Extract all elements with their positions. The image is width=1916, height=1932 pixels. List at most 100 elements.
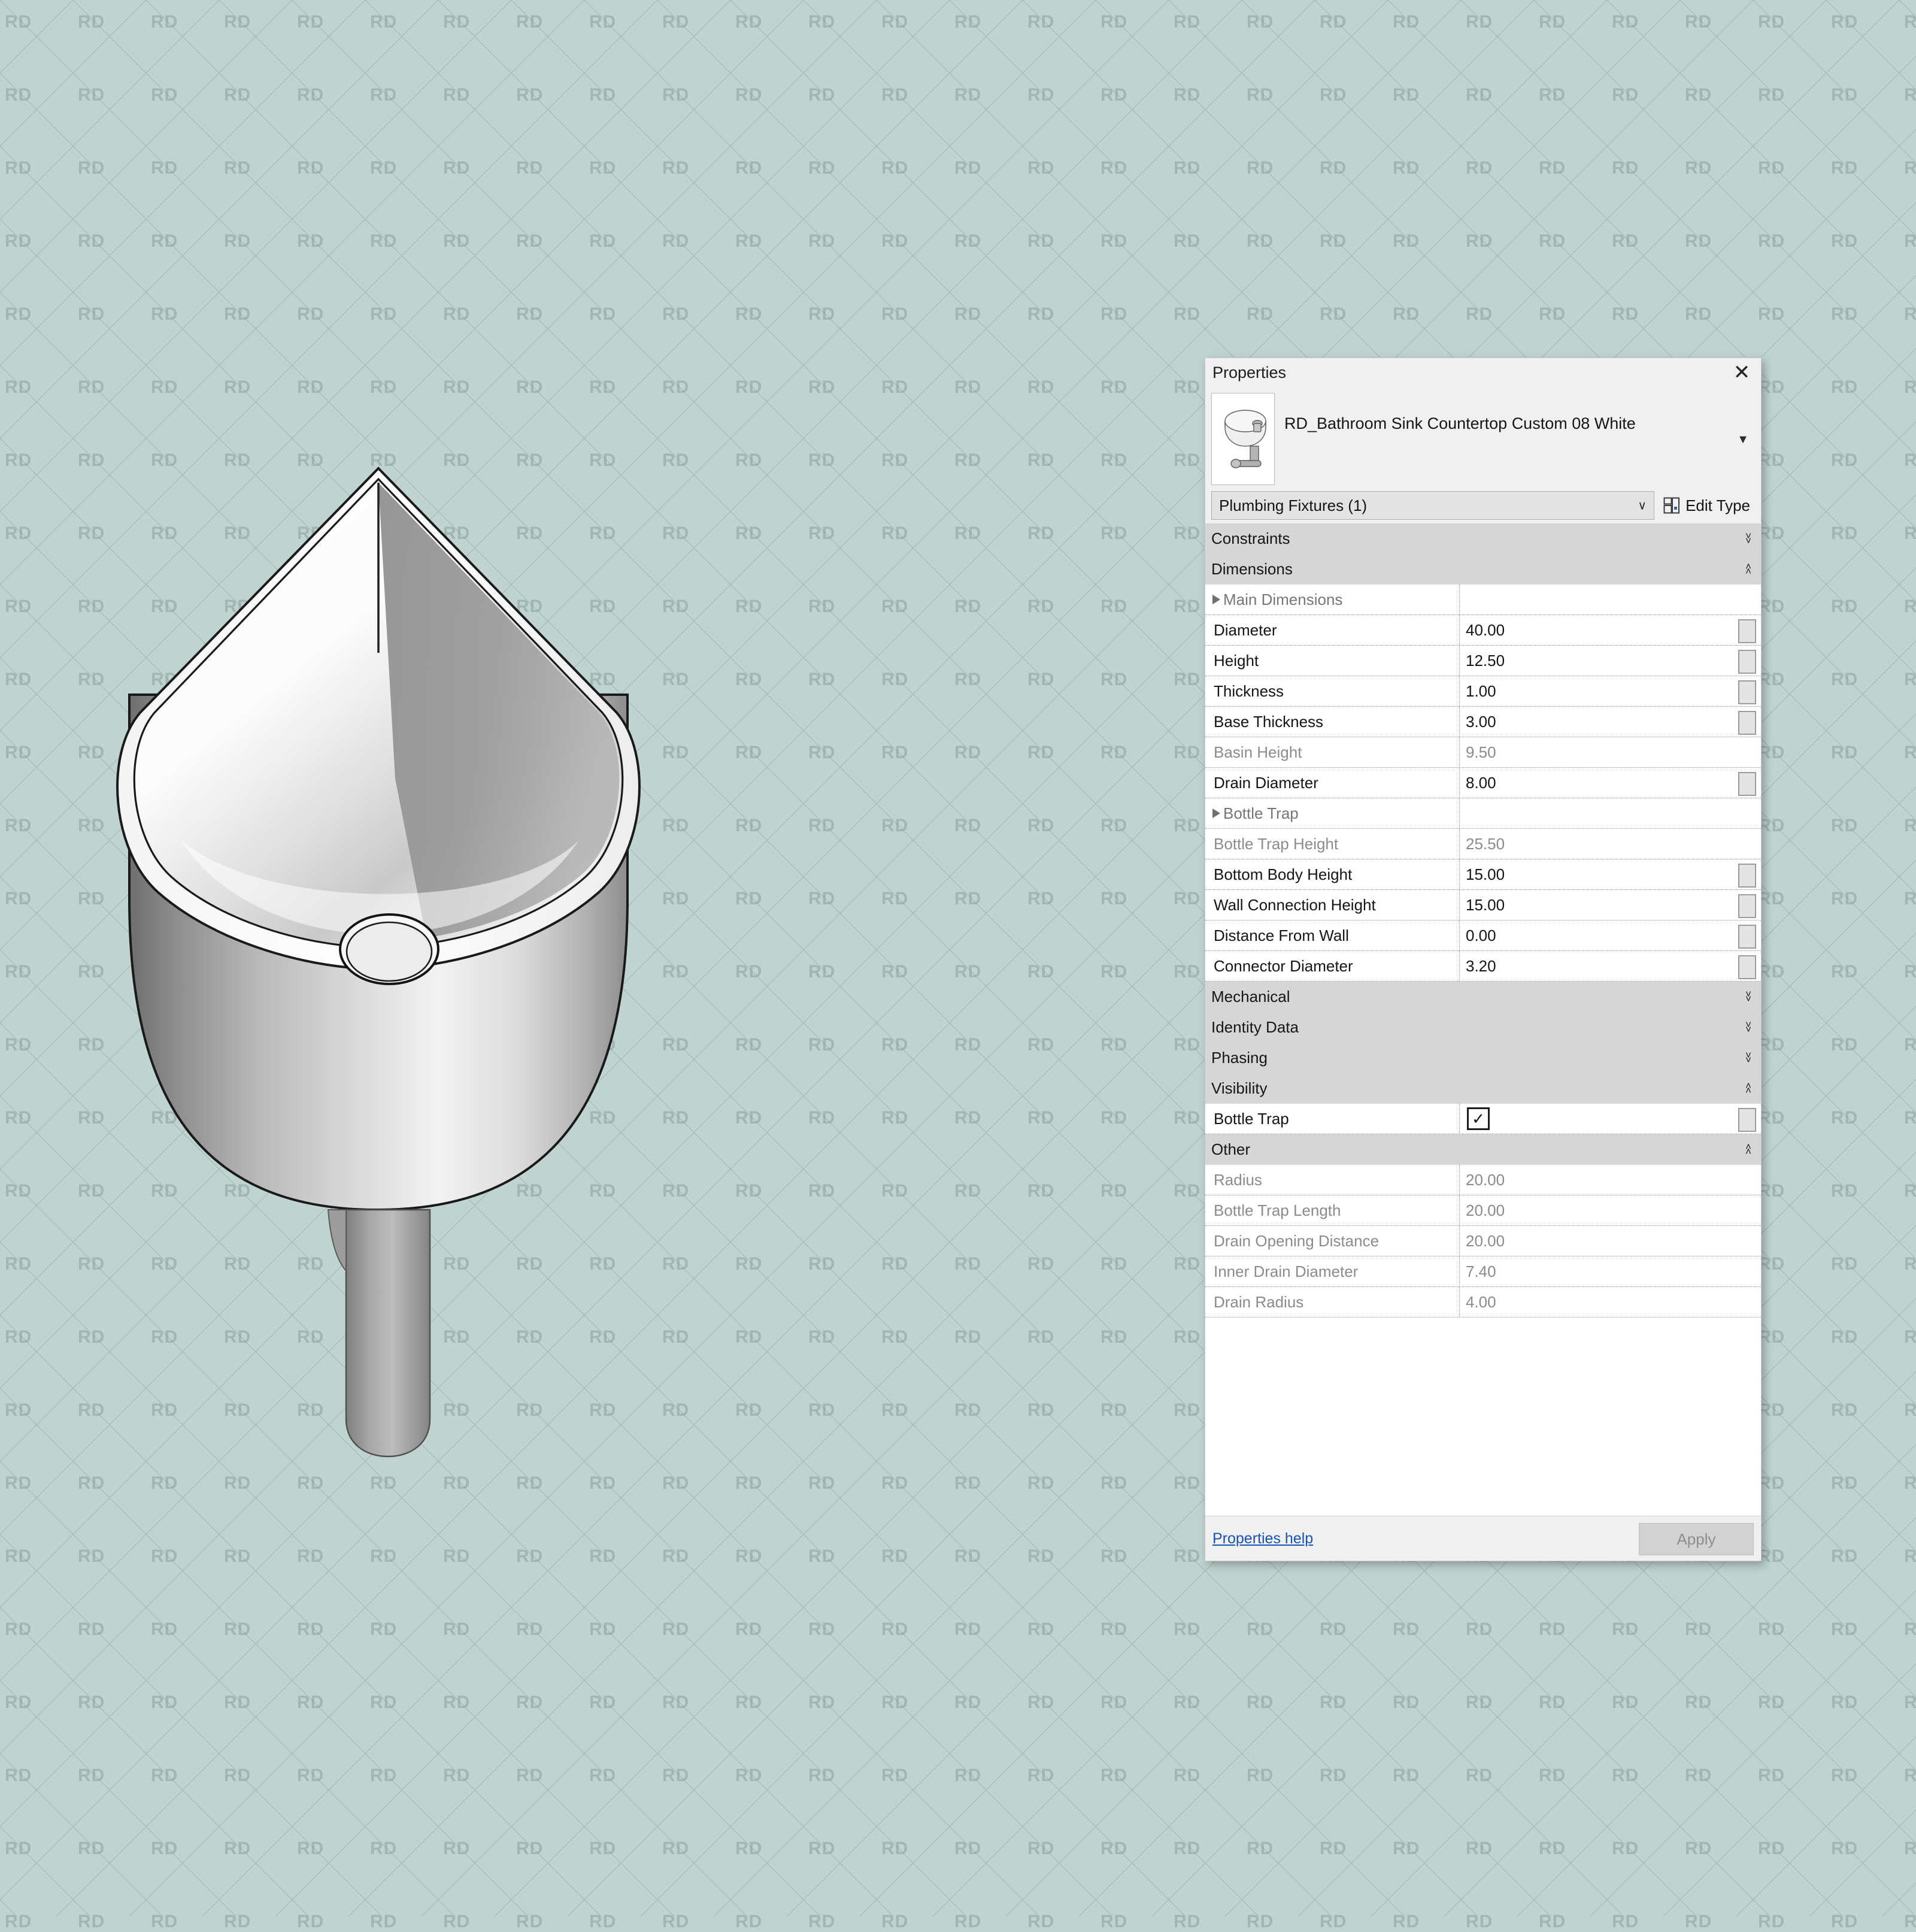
parameter-value[interactable]: 25.50 <box>1460 829 1761 859</box>
parameter-value-text: 3.20 <box>1466 956 1496 975</box>
group-toggle-icon[interactable]: ˅ ˅ <box>1745 989 1751 1004</box>
group-toggle-icon[interactable]: ˄ ˄ <box>1745 1081 1751 1095</box>
expand-triangle-icon[interactable] <box>1212 595 1220 604</box>
parameter-row[interactable]: Inner Drain Diameter 7.40 <box>1205 1256 1761 1287</box>
edit-type-button[interactable]: Edit Type <box>1654 496 1755 515</box>
type-thumbnail <box>1211 393 1275 485</box>
parameter-label: Distance From Wall <box>1205 920 1460 950</box>
parameter-value[interactable]: 20.00 <box>1460 1226 1761 1256</box>
checkbox[interactable]: ✓ <box>1467 1107 1490 1130</box>
parameter-row[interactable]: Main Dimensions <box>1205 585 1761 615</box>
parameter-row[interactable]: Diameter 40.00 <box>1205 615 1761 646</box>
parameter-value[interactable] <box>1460 585 1761 614</box>
parameter-row[interactable]: Radius 20.00 <box>1205 1165 1761 1195</box>
parameter-value-text: 0.00 <box>1466 926 1496 944</box>
expand-triangle-icon[interactable] <box>1212 808 1220 818</box>
edit-type-label: Edit Type <box>1685 496 1750 514</box>
associate-parameter-button[interactable] <box>1738 1108 1756 1132</box>
parameter-label: Drain Radius <box>1205 1287 1460 1317</box>
parameter-row[interactable]: Basin Height 9.50 <box>1205 737 1761 768</box>
parameter-value-text: 15.00 <box>1466 865 1505 883</box>
parameter-value[interactable] <box>1460 798 1761 828</box>
parameter-value-text: 25.50 <box>1466 834 1505 853</box>
parameter-label: Drain Diameter <box>1205 768 1460 798</box>
parameter-value[interactable]: 40.00 <box>1460 615 1761 645</box>
parameter-row[interactable]: Wall Connection Height 15.00 <box>1205 890 1761 920</box>
parameter-value[interactable]: 20.00 <box>1460 1195 1761 1225</box>
category-selector-row[interactable]: Plumbing Fixtures (1) ∨ Edit Type <box>1211 491 1755 520</box>
panel-titlebar[interactable]: Properties ✕ <box>1205 358 1761 389</box>
group-header-mechanical[interactable]: Mechanical ˅ ˅ <box>1205 982 1761 1012</box>
category-select[interactable]: Plumbing Fixtures (1) ∨ <box>1211 491 1655 520</box>
parameter-row[interactable]: Bottle Trap Length 20.00 <box>1205 1195 1761 1226</box>
parameter-value[interactable]: 8.00 <box>1460 768 1761 798</box>
parameter-value[interactable]: 15.00 <box>1460 890 1761 920</box>
parameter-label: Base Thickness <box>1205 707 1460 737</box>
parameter-value[interactable]: 9.50 <box>1460 737 1761 767</box>
associate-parameter-button[interactable] <box>1738 619 1756 643</box>
group-toggle-icon[interactable]: ˄ ˄ <box>1745 1142 1751 1156</box>
parameter-value[interactable]: 20.00 <box>1460 1165 1761 1195</box>
group-header-identity-data[interactable]: Identity Data ˅ ˅ <box>1205 1012 1761 1043</box>
type-selector-header[interactable]: RD_Bathroom Sink Countertop Custom 08 Wh… <box>1211 389 1755 491</box>
parameter-value[interactable]: 15.00 <box>1460 859 1761 889</box>
parameter-value[interactable]: 4.00 <box>1460 1287 1761 1317</box>
parameter-row[interactable]: Bottle Trap ✓ <box>1205 1104 1761 1134</box>
group-header-label: Other <box>1211 1140 1251 1158</box>
parameter-row[interactable]: Drain Radius 4.00 <box>1205 1287 1761 1318</box>
parameter-value-text: 3.00 <box>1466 712 1496 731</box>
associate-parameter-button[interactable] <box>1738 864 1756 888</box>
parameter-value[interactable]: 12.50 <box>1460 646 1761 676</box>
apply-button[interactable]: Apply <box>1639 1523 1754 1555</box>
group-header-dimensions[interactable]: Dimensions ˄ ˄ <box>1205 554 1761 585</box>
associate-parameter-button[interactable] <box>1738 955 1756 979</box>
parameter-row[interactable]: Base Thickness 3.00 <box>1205 707 1761 737</box>
parameter-value[interactable]: 1.00 <box>1460 676 1761 706</box>
parameter-value-text: 20.00 <box>1466 1170 1505 1189</box>
parameter-value[interactable]: 3.00 <box>1460 707 1761 737</box>
panel-footer[interactable]: Properties help Apply <box>1205 1516 1761 1561</box>
associate-parameter-button[interactable] <box>1738 772 1756 796</box>
parameter-label: Basin Height <box>1205 737 1460 767</box>
group-header-label: Identity Data <box>1211 1018 1299 1036</box>
group-toggle-icon[interactable]: ˅ ˅ <box>1745 1050 1751 1065</box>
parameter-value[interactable]: 3.20 <box>1460 951 1761 981</box>
associate-parameter-button[interactable] <box>1738 680 1756 704</box>
group-toggle-icon[interactable]: ˄ ˄ <box>1745 562 1751 576</box>
parameter-row[interactable]: Bottle Trap <box>1205 798 1761 829</box>
associate-parameter-button[interactable] <box>1738 650 1756 674</box>
parameter-value-text: 1.00 <box>1466 682 1496 700</box>
parameter-value[interactable]: 0.00 <box>1460 920 1761 950</box>
associate-parameter-button[interactable] <box>1738 925 1756 949</box>
group-header-visibility[interactable]: Visibility ˄ ˄ <box>1205 1073 1761 1104</box>
parameter-row[interactable]: Thickness 1.00 <box>1205 676 1761 707</box>
properties-palette[interactable]: Properties ✕ RD_Bathroom Sink Countertop… <box>1205 358 1762 1561</box>
parameter-label: Wall Connection Height <box>1205 890 1460 920</box>
group-header-phasing[interactable]: Phasing ˅ ˅ <box>1205 1043 1761 1073</box>
parameter-value[interactable]: ✓ <box>1460 1104 1761 1134</box>
group-toggle-icon[interactable]: ˅ ˅ <box>1745 1020 1751 1034</box>
parameter-row[interactable]: Connector Diameter 3.20 <box>1205 951 1761 982</box>
associate-parameter-button[interactable] <box>1738 711 1756 735</box>
parameter-row[interactable]: Drain Diameter 8.00 <box>1205 768 1761 798</box>
parameter-row[interactable]: Drain Opening Distance 20.00 <box>1205 1226 1761 1256</box>
close-icon[interactable]: ✕ <box>1729 361 1755 384</box>
parameter-label: Main Dimensions <box>1205 585 1460 614</box>
parameter-row[interactable]: Bottom Body Height 15.00 <box>1205 859 1761 890</box>
parameter-label: Diameter <box>1205 615 1460 645</box>
properties-help-link[interactable]: Properties help <box>1212 1530 1313 1548</box>
parameter-value[interactable]: 7.40 <box>1460 1256 1761 1286</box>
group-toggle-icon[interactable]: ˅ ˅ <box>1745 531 1751 546</box>
parameter-row[interactable]: Height 12.50 <box>1205 646 1761 676</box>
group-header-constraints[interactable]: Constraints ˅ ˅ <box>1205 523 1761 554</box>
edit-type-icon <box>1663 497 1680 514</box>
parameter-value-text: 20.00 <box>1466 1201 1505 1219</box>
type-dropdown-icon[interactable]: ▼ <box>1735 432 1751 447</box>
associate-parameter-button[interactable] <box>1738 894 1756 918</box>
parameters-table[interactable]: Constraints ˅ ˅ Dimensions ˄ ˄ Main Dimensions… <box>1205 523 1761 1516</box>
parameter-row[interactable]: Distance From Wall 0.00 <box>1205 920 1761 951</box>
group-header-other[interactable]: Other ˄ ˄ <box>1205 1134 1761 1165</box>
parameter-row[interactable]: Bottle Trap Height 25.50 <box>1205 829 1761 859</box>
group-header-label: Visibility <box>1211 1079 1268 1097</box>
parameter-value-text: 40.00 <box>1466 620 1505 639</box>
